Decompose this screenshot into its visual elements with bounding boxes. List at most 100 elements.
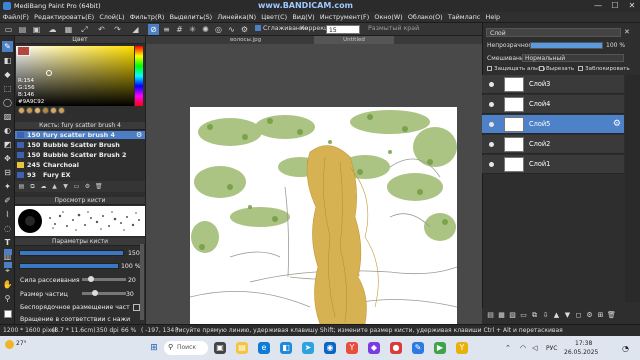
fill-tool-icon[interactable]: ▨: [2, 111, 13, 122]
menu-file[interactable]: Файл(F): [0, 12, 32, 22]
volume-icon[interactable]: ◁: [532, 344, 537, 352]
clear-layer-icon[interactable]: ◻: [574, 311, 583, 320]
foreground-color-swatch[interactable]: [17, 46, 30, 56]
menu-window[interactable]: Окно(W): [372, 12, 405, 22]
menu-help[interactable]: Help: [483, 12, 503, 22]
delete-layer-icon[interactable]: 🗑: [607, 311, 616, 320]
layer-row[interactable]: Слой3: [482, 75, 624, 94]
new-folder-icon[interactable]: ▭: [519, 311, 528, 320]
save-icon[interactable]: ▣: [31, 24, 42, 35]
brush-item[interactable]: 150 fury scatter brush 4: [15, 131, 145, 139]
new-layer-icon[interactable]: ▤: [486, 311, 495, 320]
snap-settings-icon[interactable]: ⚙: [239, 24, 250, 35]
brush-item[interactable]: 245 Charchoal: [15, 161, 145, 169]
divide-tool-icon[interactable]: ⊟: [2, 167, 13, 178]
eye-icon[interactable]: [489, 82, 494, 87]
bandicam-icon[interactable]: ●: [390, 342, 402, 354]
merge-down-icon[interactable]: ⇩: [541, 311, 550, 320]
layer-row[interactable]: Слой2: [482, 135, 624, 154]
tab-untitled[interactable]: Untitled: [314, 36, 394, 44]
menu-color[interactable]: Цвет(C): [259, 12, 290, 22]
clock-time[interactable]: 17:38: [575, 340, 592, 347]
select-pen-icon[interactable]: ✐: [2, 195, 13, 206]
scatter-slider-knob[interactable]: [87, 276, 94, 282]
notifications-icon[interactable]: ◔: [622, 344, 629, 353]
menu-tool[interactable]: Инструмент(F): [317, 12, 372, 22]
task-view-icon[interactable]: ▣: [214, 342, 226, 354]
drawing-canvas[interactable]: [190, 107, 457, 324]
tray-chevron-icon[interactable]: ⌃: [505, 344, 511, 352]
gear-icon[interactable]: ⚙: [136, 131, 142, 139]
transform-icon[interactable]: ⤢: [79, 24, 90, 35]
yandex-icon[interactable]: Y: [346, 342, 358, 354]
redo-icon[interactable]: ↷: [112, 24, 123, 35]
settings-icon[interactable]: ⚙: [84, 183, 91, 190]
app-icon[interactable]: ◆: [368, 342, 380, 354]
random-placement-checkbox[interactable]: [133, 304, 140, 311]
eye-icon[interactable]: [489, 142, 494, 147]
snap-parallel-icon[interactable]: ≡: [161, 24, 172, 35]
shape-tool-icon[interactable]: ◩: [2, 139, 13, 150]
edge-browser-icon[interactable]: e: [258, 342, 270, 354]
select-rect-tool-icon[interactable]: ⬚: [2, 83, 13, 94]
app-icon[interactable]: Y: [456, 342, 468, 354]
layer-name-field[interactable]: Слой: [486, 28, 621, 37]
layer-properties-icon[interactable]: ⊞: [596, 311, 605, 320]
protect-alpha-checkbox[interactable]: Защищать альфа: [487, 66, 545, 72]
menu-select[interactable]: Выделить(S): [167, 12, 215, 22]
menu-view[interactable]: Вид(V): [290, 12, 318, 22]
new-8bit-layer-icon[interactable]: ▧: [508, 311, 517, 320]
correction-select[interactable]: 15: [326, 25, 360, 34]
clock-date[interactable]: 26.05.2025: [564, 349, 598, 356]
menu-filter[interactable]: Фильтр(R): [127, 12, 167, 22]
layers-scrollbar[interactable]: [625, 75, 640, 302]
menu-layer[interactable]: Слой(L): [97, 12, 127, 22]
brush-item[interactable]: 93 Fury EX: [15, 171, 145, 179]
color-swatch[interactable]: [58, 107, 65, 114]
folder-icon[interactable]: ▭: [73, 183, 80, 190]
eye-icon[interactable]: [489, 102, 494, 107]
grid-icon[interactable]: ▦: [63, 24, 74, 35]
menu-ruler[interactable]: Линейка(N): [215, 12, 259, 22]
blur-tool-icon[interactable]: ◌: [2, 223, 13, 234]
color-swatch[interactable]: [34, 107, 41, 114]
lock-checkbox[interactable]: Заблокировать: [578, 66, 630, 72]
layer-settings-icon[interactable]: ⚙: [585, 311, 594, 320]
layer-row[interactable]: Слой1: [482, 155, 624, 174]
move-up-icon[interactable]: ▲: [51, 183, 58, 190]
weather-icon[interactable]: [5, 340, 14, 349]
color-swatch[interactable]: [18, 107, 25, 114]
particle-size-slider[interactable]: [82, 290, 126, 296]
move-down-icon[interactable]: ▼: [62, 183, 69, 190]
edge-checkbox[interactable]: Размытый край: [368, 25, 419, 32]
brush-opacity-slider[interactable]: [19, 263, 119, 269]
antialias-toggle-icon[interactable]: ◢: [130, 24, 141, 35]
snap-radial-icon[interactable]: ✺: [200, 24, 211, 35]
open-folder-icon[interactable]: ▤: [17, 24, 28, 35]
brush-tool-icon[interactable]: ✎: [2, 41, 13, 52]
delete-brush-icon[interactable]: 🗑: [95, 183, 103, 190]
new-halftone-layer-icon[interactable]: ▦: [497, 311, 506, 320]
layer-row[interactable]: Слой5 ⚙: [482, 115, 624, 134]
language-indicator[interactable]: РУС: [546, 345, 557, 352]
cloud-icon[interactable]: ☁: [47, 24, 58, 35]
move-tool-icon[interactable]: ✥: [2, 153, 13, 164]
wifi-icon[interactable]: ◠: [520, 344, 526, 352]
magic-wand-icon[interactable]: ✦: [2, 181, 13, 192]
new-file-icon[interactable]: ▭: [3, 24, 14, 35]
brush-size-slider[interactable]: [19, 250, 124, 256]
background-color-swatch[interactable]: [4, 310, 12, 318]
snap-off-icon[interactable]: ⊘: [148, 24, 159, 35]
minimize-button[interactable]: —: [590, 0, 606, 12]
medibang-icon[interactable]: ✎: [412, 342, 424, 354]
store-icon[interactable]: ◧: [280, 342, 292, 354]
file-explorer-icon[interactable]: ▤: [236, 342, 248, 354]
snap-curve-icon[interactable]: ∿: [226, 24, 237, 35]
tab-hair-image[interactable]: волосы.jpg: [230, 36, 261, 44]
text-tool-icon[interactable]: T: [2, 237, 13, 248]
color-swatch[interactable]: [42, 107, 49, 114]
brush-item[interactable]: 150 Bubble Scatter Brush: [15, 141, 145, 149]
close-button[interactable]: ✕: [624, 0, 640, 12]
blend-mode-select[interactable]: Нормальный: [522, 54, 624, 62]
eye-icon[interactable]: [489, 162, 494, 167]
